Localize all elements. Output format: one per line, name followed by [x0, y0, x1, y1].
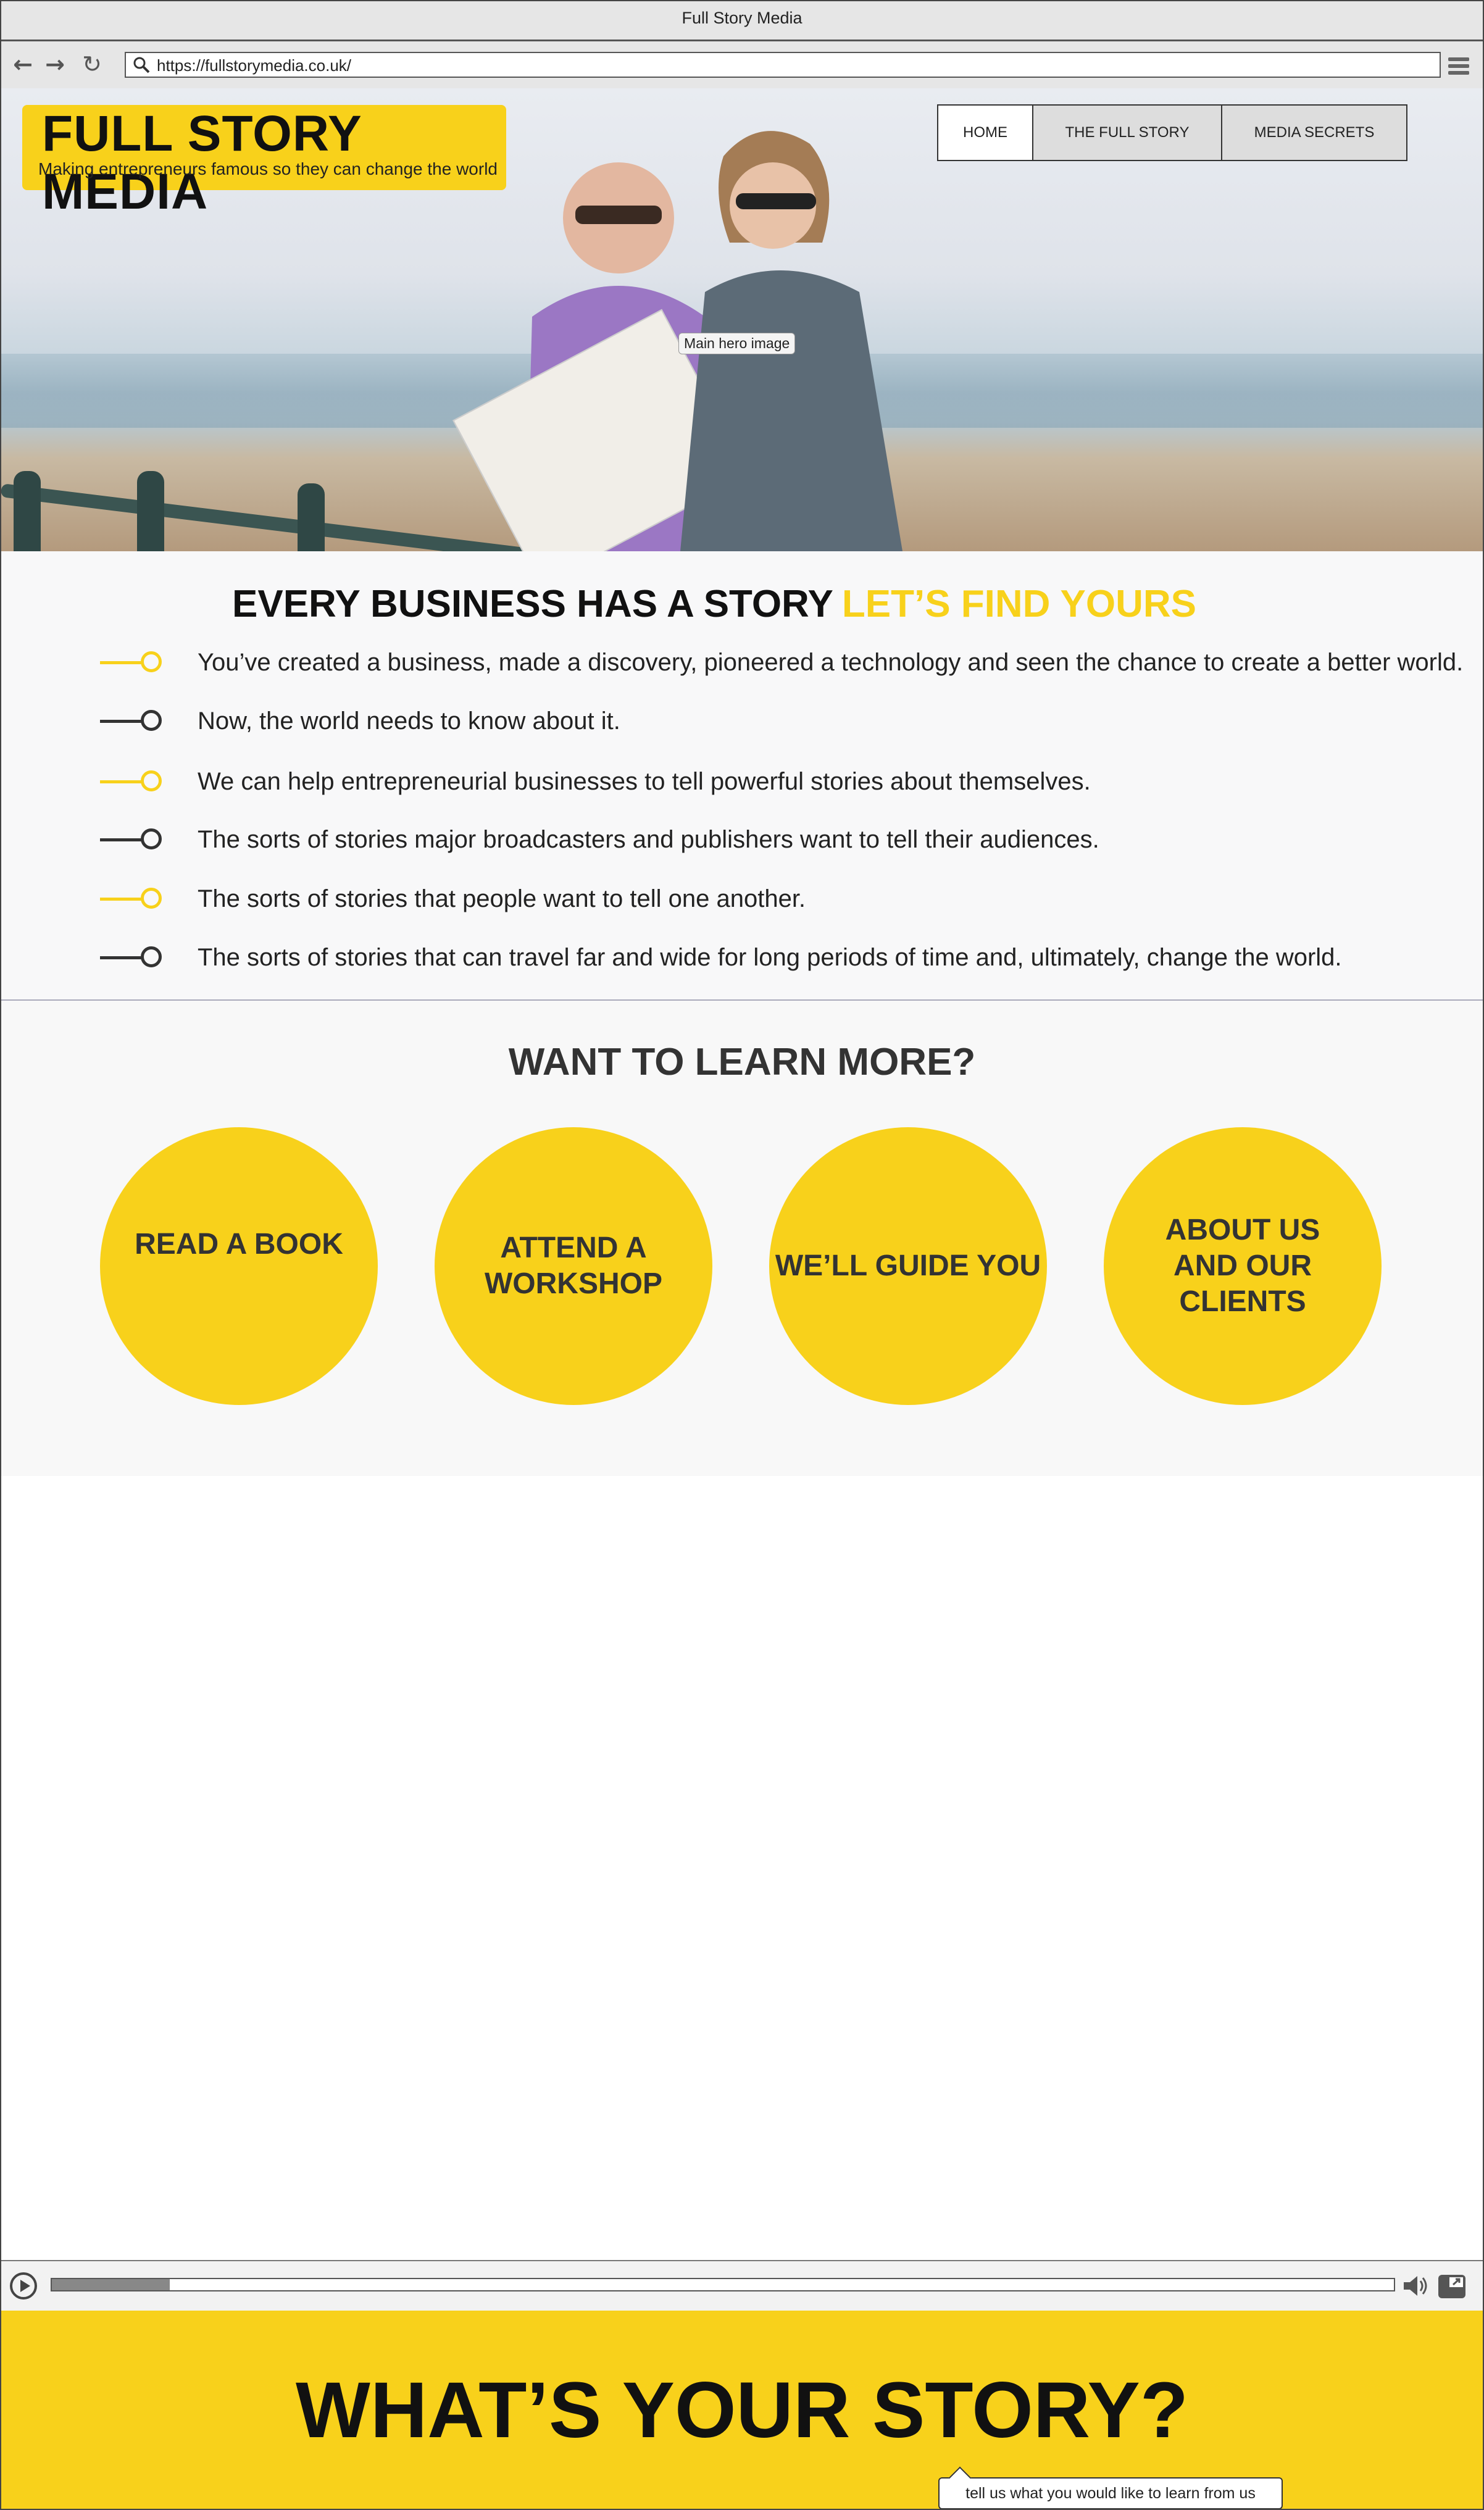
volume-icon[interactable]	[1403, 2274, 1430, 2298]
story-bullet: You’ve created a business, made a discov…	[100, 644, 1477, 681]
window-title: Full Story Media	[682, 9, 802, 27]
video-player[interactable]	[1, 1476, 1483, 2260]
search-icon	[133, 57, 150, 73]
video-progress-fill	[52, 2279, 170, 2290]
story-bullet-text: The sorts of stories that can travel far…	[198, 944, 1342, 971]
nav-tab-media-secrets[interactable]: MEDIA SECRETS	[1222, 106, 1406, 160]
story-heading-accent: LET’S FIND YOURS	[841, 583, 1197, 625]
title-bar: Full Story Media	[1, 1, 1483, 41]
address-bar[interactable]: https://fullstorymedia.co.uk/	[125, 52, 1441, 78]
story-section: EVERY BUSINESS HAS A STORY LET’S FIND YOU…	[1, 551, 1483, 1001]
dark-circle-icon	[141, 946, 162, 967]
brand-tagline: Making entrepreneurs famous so they can …	[38, 159, 498, 178]
forward-arrow-icon[interactable]: →	[42, 51, 68, 78]
yellow-circle-icon	[141, 651, 162, 672]
learn-more-heading: WANT TO LEARN MORE?	[508, 1041, 976, 1083]
story-bullet: Now, the world needs to know about it.	[100, 703, 1477, 740]
cta-section: WHAT’S YOUR STORY? tell us what you woul…	[1, 2311, 1483, 2509]
well-guide-you-label: WE’LL GUIDE YOU	[775, 1249, 1041, 1282]
story-bullet-text: The sorts of stories that people want to…	[198, 885, 806, 912]
yellow-circle-icon	[141, 770, 162, 791]
story-bullet-text: You’ve created a business, made a discov…	[198, 649, 1464, 676]
hero-image: Main hero image FULL STORY MEDIA Making …	[1, 88, 1483, 551]
back-arrow-icon[interactable]: ←	[10, 51, 36, 78]
story-heading-main: EVERY BUSINESS HAS A STORY	[232, 583, 833, 625]
attend-a-workshop-button[interactable]: ATTEND A WORKSHOP	[435, 1127, 712, 1405]
nav-tab-the-full-story[interactable]: THE FULL STORY	[1033, 106, 1222, 160]
logo[interactable]: FULL STORY MEDIA Making entrepreneurs fa…	[22, 105, 506, 220]
browser-window: Full Story Media ← → ↻ https://fullstory…	[0, 0, 1484, 2510]
story-bullet-text: The sorts of stories major broadcasters …	[198, 826, 1099, 853]
story-bullet-text: Now, the world needs to know about it.	[198, 707, 620, 735]
cta-tooltip: tell us what you would like to learn fro…	[938, 2477, 1283, 2509]
story-heading: EVERY BUSINESS HAS A STORY LET’S FIND YOU…	[232, 582, 1196, 626]
reload-icon[interactable]: ↻	[79, 51, 105, 78]
dark-circle-icon	[141, 710, 162, 731]
dark-circle-icon	[141, 828, 162, 849]
read-a-book-button[interactable]: READ A BOOK	[100, 1127, 378, 1405]
story-bullet: The sorts of stories that can travel far…	[100, 939, 1477, 976]
story-bullet: The sorts of stories major broadcasters …	[100, 821, 1477, 858]
attend-a-workshop-label: ATTEND A WORKSHOP	[485, 1232, 662, 1300]
story-bullet: The sorts of stories that people want to…	[100, 880, 1477, 917]
story-bullet: We can help entrepreneurial businesses t…	[100, 763, 1477, 800]
yellow-circle-icon	[141, 888, 162, 909]
about-us-label: ABOUT US AND OUR CLIENTS	[1165, 1214, 1320, 1318]
browser-toolbar: ← → ↻ https://fullstorymedia.co.uk/	[1, 41, 1483, 90]
learn-more-section: WANT TO LEARN MORE? READ A BOOK ATTEND A…	[1, 1001, 1483, 1477]
story-bullet-text: We can help entrepreneurial businesses t…	[198, 768, 1091, 795]
hamburger-menu-icon[interactable]	[1448, 57, 1469, 75]
main-navigation: HOME THE FULL STORY MEDIA SECRETS	[937, 104, 1407, 161]
fullscreen-icon[interactable]	[1437, 2274, 1467, 2299]
nav-tab-home[interactable]: HOME	[938, 106, 1033, 160]
video-controls	[1, 2260, 1483, 2312]
video-progress-bar[interactable]	[51, 2278, 1395, 2291]
url-text: https://fullstorymedia.co.uk/	[157, 56, 352, 75]
about-us-button[interactable]: ABOUT US AND OUR CLIENTS	[1104, 1127, 1382, 1405]
read-a-book-label: READ A BOOK	[135, 1228, 343, 1261]
play-icon[interactable]	[10, 2272, 37, 2299]
cta-heading: WHAT’S YOUR STORY?	[296, 2366, 1188, 2454]
hero-image-label: Main hero image	[678, 333, 796, 354]
well-guide-you-button[interactable]: WE’LL GUIDE YOU	[769, 1127, 1047, 1405]
